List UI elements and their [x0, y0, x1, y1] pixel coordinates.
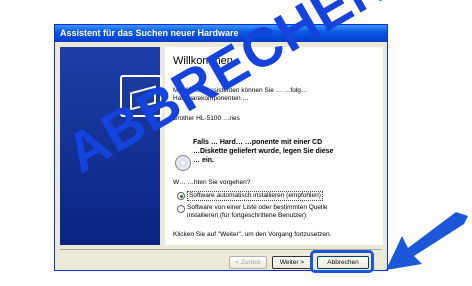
cd-icon: [175, 155, 191, 171]
next-button[interactable]: Weiter >: [272, 256, 312, 269]
cancel-highlight: [310, 250, 374, 273]
option-manual-install-label-line2[interactable]: installieren (für fortgeschrittene Benut…: [187, 212, 306, 220]
cd-text-line1: Falls … Hard… …ponente mit einer CD: [193, 139, 323, 146]
cd-text-line3: … ein.: [193, 157, 215, 164]
arrow-icon: [386, 212, 468, 270]
window-title: Assistent für das Suchen neuer Hardware: [60, 28, 239, 38]
cd-text-line2: …Diskette geliefert wurde, legen Sie die…: [193, 148, 334, 155]
radio-auto-install[interactable]: [177, 192, 185, 200]
option-auto-install-label[interactable]: Software automatisch installieren (empfo…: [187, 191, 323, 201]
continue-hint: Klicken Sie auf "Weiter", um den Vorgang…: [173, 231, 332, 238]
question-text: W… …hten Sie vorgehen?: [173, 179, 251, 186]
option-manual-install-label-line1[interactable]: Software von einer Liste oder bestimmten…: [187, 204, 328, 212]
radio-manual-install[interactable]: [177, 205, 185, 213]
back-button[interactable]: < Zurück: [229, 256, 267, 269]
